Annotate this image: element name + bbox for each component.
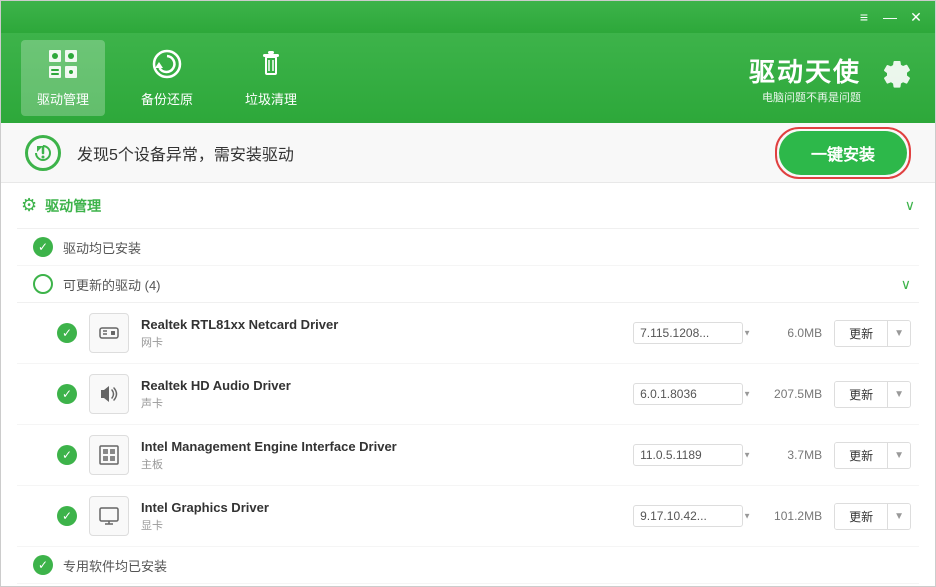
driver-icon-3 <box>89 496 129 536</box>
notice-text: 发现5个设备异常，需安装驱动 <box>77 141 775 165</box>
driver-row-1: ✓ Realtek HD Audio Driver 声卡 6.0.1.8036 … <box>17 364 919 425</box>
driver-type-1: 声卡 <box>141 395 633 411</box>
backup-restore-icon <box>151 48 183 85</box>
update-btn-wrapper-1: 更新 ▼ <box>834 381 911 408</box>
driver-rows: ✓ Realtek RTL81xx Netcard Driver 网卡 7.11… <box>17 303 919 547</box>
brand-text: 驱动天使 电脑问题不再是问题 <box>749 52 861 105</box>
version-wrapper-3: 9.17.10.42... <box>633 505 755 527</box>
install-btn-wrapper: 一键安装 <box>775 127 911 179</box>
driver-size-3: 101.2MB <box>767 509 822 523</box>
notice-icon <box>25 135 61 171</box>
driver-name-0: Realtek RTL81xx Netcard Driver <box>141 317 633 332</box>
driver-info-3: Intel Graphics Driver 显卡 <box>141 500 633 533</box>
brand-gear-icon <box>871 52 915 105</box>
driver-check-0: ✓ <box>57 323 77 343</box>
installed-status-text: 驱动均已安装 <box>63 238 141 257</box>
driver-size-2: 3.7MB <box>767 448 822 462</box>
menu-button[interactable]: ≡ <box>853 6 875 28</box>
installed-check-icon: ✓ <box>33 237 53 257</box>
updatable-section-title: 可更新的驱动 (4) <box>63 275 901 294</box>
driver-row-2: ✓ Intel Management Engine Interface Driv… <box>17 425 919 486</box>
titlebar: ≡ — ✕ <box>1 1 935 33</box>
content-area: ⚙ 驱动管理 ∨ ✓ 驱动均已安装 可更新的驱动 (4) ∨ ✓ Realtek… <box>1 183 935 586</box>
update-arrow-button-0[interactable]: ▼ <box>888 321 910 346</box>
update-btn-wrapper-3: 更新 ▼ <box>834 503 911 530</box>
driver-icon-1 <box>89 374 129 414</box>
driver-icon-0 <box>89 313 129 353</box>
brand: 驱动天使 电脑问题不再是问题 <box>749 52 915 105</box>
nav-item-clean[interactable]: 垃圾清理 <box>229 40 313 116</box>
driver-name-3: Intel Graphics Driver <box>141 500 633 515</box>
section-title: 驱动管理 <box>45 196 905 216</box>
brand-title: 驱动天使 <box>749 52 861 89</box>
installed-status-item: ✓ 驱动均已安装 <box>17 229 919 266</box>
driver-info-1: Realtek HD Audio Driver 声卡 <box>141 378 633 411</box>
software-check-icon: ✓ <box>33 555 53 575</box>
driver-name-1: Realtek HD Audio Driver <box>141 378 633 393</box>
driver-version-select-3[interactable]: 9.17.10.42... <box>633 505 743 527</box>
version-wrapper-2: 11.0.5.1189 <box>633 444 755 466</box>
driver-version-select-0[interactable]: 7.115.1208... <box>633 322 743 344</box>
clean-icon <box>255 48 287 85</box>
nav-item-backup-restore[interactable]: 备份还原 <box>125 40 209 116</box>
section-chevron-icon[interactable]: ∨ <box>905 197 915 214</box>
section-gear-icon: ⚙ <box>21 195 37 216</box>
version-wrapper-0: 7.115.1208... <box>633 322 755 344</box>
software-status-text: 专用软件均已安装 <box>63 556 167 575</box>
driver-type-0: 网卡 <box>141 334 633 350</box>
update-arrow-button-3[interactable]: ▼ <box>888 504 910 529</box>
nav-items: 驱动管理 备份还原 <box>21 40 749 116</box>
driver-mgmt-icon <box>47 48 79 85</box>
driver-version-select-1[interactable]: 6.0.1.8036 <box>633 383 743 405</box>
driver-size-0: 6.0MB <box>767 326 822 340</box>
updatable-chevron-icon[interactable]: ∨ <box>901 276 911 293</box>
nav-item-driver-mgmt[interactable]: 驱动管理 <box>21 40 105 116</box>
updatable-circle-icon <box>33 274 53 294</box>
driver-size-1: 207.5MB <box>767 387 822 401</box>
brand-subtitle: 电脑问题不再是问题 <box>749 89 861 105</box>
driver-check-1: ✓ <box>57 384 77 404</box>
update-btn-wrapper-0: 更新 ▼ <box>834 320 911 347</box>
update-arrow-button-2[interactable]: ▼ <box>888 443 910 468</box>
window-controls: ≡ — ✕ <box>853 6 927 28</box>
nav-label-driver-mgmt: 驱动管理 <box>37 89 89 108</box>
driver-icon-2 <box>89 435 129 475</box>
driver-check-3: ✓ <box>57 506 77 526</box>
driver-mgmt-section-header: ⚙ 驱动管理 ∨ <box>17 183 919 229</box>
driver-version-select-2[interactable]: 11.0.5.1189 <box>633 444 743 466</box>
nav-label-backup-restore: 备份还原 <box>141 89 193 108</box>
update-btn-wrapper-2: 更新 ▼ <box>834 442 911 469</box>
update-button-1[interactable]: 更新 <box>835 382 888 407</box>
driver-type-2: 主板 <box>141 456 633 472</box>
driver-info-2: Intel Management Engine Interface Driver… <box>141 439 633 472</box>
main-window: ≡ — ✕ <box>0 0 936 587</box>
driver-info-0: Realtek RTL81xx Netcard Driver 网卡 <box>141 317 633 350</box>
close-button[interactable]: ✕ <box>905 6 927 28</box>
update-arrow-button-1[interactable]: ▼ <box>888 382 910 407</box>
updatable-section-header: 可更新的驱动 (4) ∨ <box>17 266 919 303</box>
install-button[interactable]: 一键安装 <box>779 131 907 175</box>
nav-label-clean: 垃圾清理 <box>245 89 297 108</box>
software-status-item: ✓ 专用软件均已安装 <box>17 547 919 584</box>
version-wrapper-1: 6.0.1.8036 <box>633 383 755 405</box>
driver-row-0: ✓ Realtek RTL81xx Netcard Driver 网卡 7.11… <box>17 303 919 364</box>
driver-row-3: ✓ Intel Graphics Driver 显卡 9.17.10.42...… <box>17 486 919 547</box>
header: 驱动管理 备份还原 <box>1 33 935 123</box>
update-button-3[interactable]: 更新 <box>835 504 888 529</box>
driver-check-2: ✓ <box>57 445 77 465</box>
device-status-item: ✓ 设备均已启用 <box>17 584 919 586</box>
update-button-2[interactable]: 更新 <box>835 443 888 468</box>
driver-type-3: 显卡 <box>141 517 633 533</box>
minimize-button[interactable]: — <box>879 6 901 28</box>
driver-name-2: Intel Management Engine Interface Driver <box>141 439 633 454</box>
update-button-0[interactable]: 更新 <box>835 321 888 346</box>
notice-bar: 发现5个设备异常，需安装驱动 一键安装 <box>1 123 935 183</box>
